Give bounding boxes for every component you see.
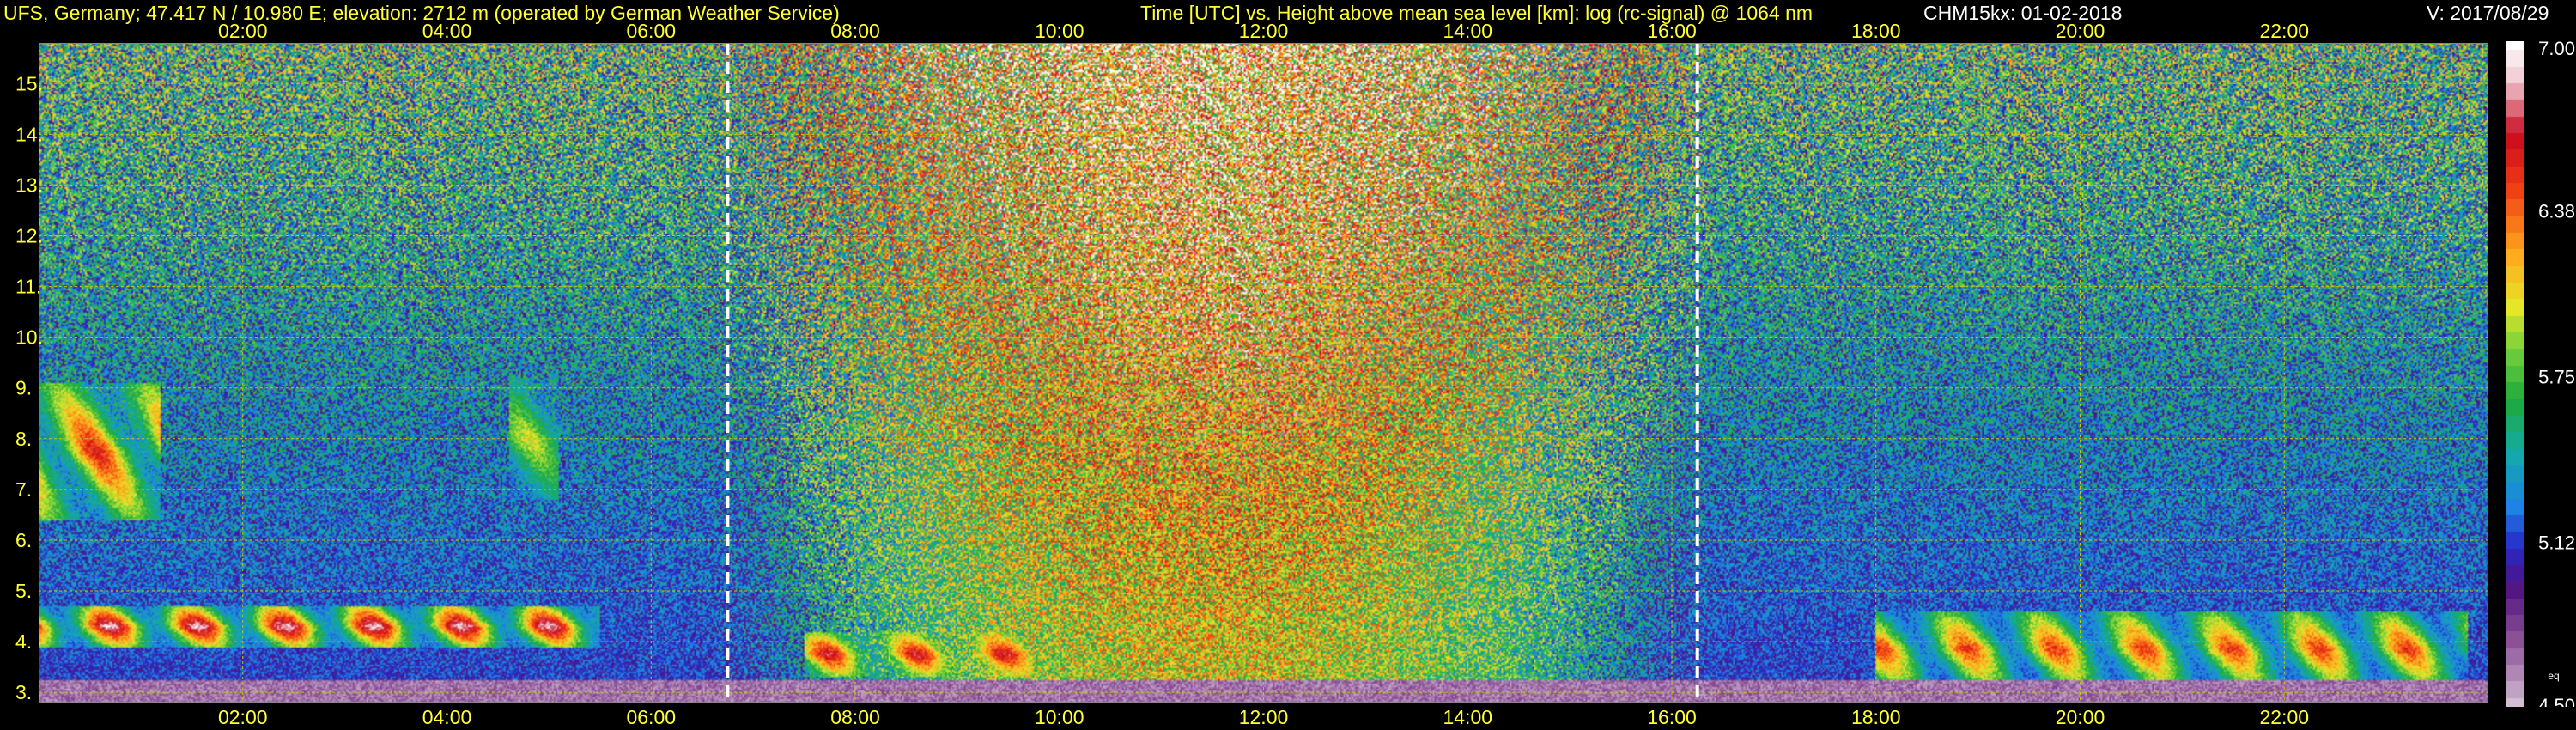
x-tick-label-bottom: 18:00 xyxy=(1851,706,1901,728)
colorbar-labels: 7.00 6.38 5.75 5.12 4.50 eq xyxy=(2538,41,2575,707)
x-tick-label-bottom: 06:00 xyxy=(626,706,676,728)
y-tick-label: 7. xyxy=(15,478,32,501)
x-tick-label-bottom: 12:00 xyxy=(1239,706,1289,728)
x-tick-label-bottom: 10:00 xyxy=(1035,706,1084,728)
instrument-date: CHM15kx: 01-02-2018 xyxy=(1923,2,2123,24)
x-tick-label-top: 18:00 xyxy=(1851,20,1901,42)
x-tick-label-bottom: 20:00 xyxy=(2056,706,2105,728)
plot-description: Time [UTC] vs. Height above mean sea lev… xyxy=(1140,2,1814,24)
y-tick-label: 4. xyxy=(15,630,32,653)
x-tick-label-bottom: 22:00 xyxy=(2259,706,2309,728)
x-tick-label-bottom: 08:00 xyxy=(830,706,880,728)
plot-area xyxy=(39,43,2488,703)
colorbar-tick-label: 5.75 xyxy=(2538,367,2575,388)
colorbar-tick-label: 6.38 xyxy=(2538,201,2575,222)
x-tick-label-bottom: 02:00 xyxy=(218,706,268,728)
y-tick-label: 11. xyxy=(15,276,41,298)
y-tick-label: 3. xyxy=(15,681,32,703)
x-tick-label-top: 10:00 xyxy=(1035,20,1084,42)
x-tick-label-bottom: 16:00 xyxy=(1647,706,1697,728)
colorbar: 7.00 6.38 5.75 5.12 4.50 eq xyxy=(2506,41,2576,707)
y-tick-label: 5. xyxy=(15,580,32,602)
colorbar-tick-label: 7.00 xyxy=(2538,41,2575,59)
x-tick-label-top: 22:00 xyxy=(2259,20,2309,42)
colorbar-tick-label: 4.50 xyxy=(2538,695,2575,707)
station-info: UFS, Germany; 47.417 N / 10.980 E; eleva… xyxy=(3,2,840,24)
y-tick-label: 8. xyxy=(15,428,32,450)
y-tick-label: 9. xyxy=(15,377,32,399)
y-tick-label: 6. xyxy=(15,529,32,551)
x-tick-label-bottom: 04:00 xyxy=(422,706,472,728)
colorbar-tick-label: 5.12 xyxy=(2538,532,2575,553)
colorbar-extra-label: eq xyxy=(2548,670,2559,682)
plot-overlay xyxy=(39,43,2488,703)
version-label: V: 2017/08/29 xyxy=(2427,2,2549,24)
x-tick-label-bottom: 14:00 xyxy=(1443,706,1492,728)
